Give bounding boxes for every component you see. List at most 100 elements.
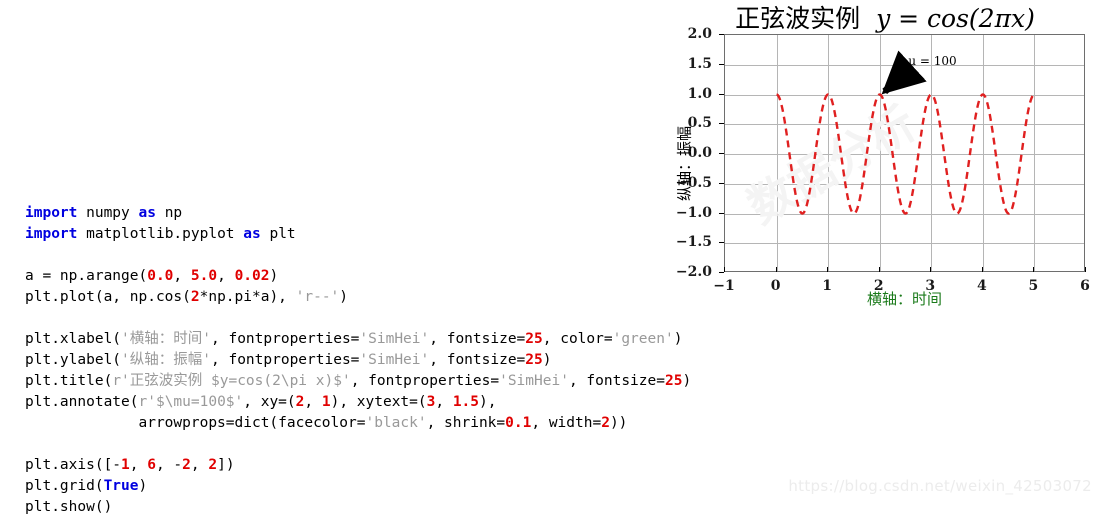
code-token: ) bbox=[138, 478, 148, 494]
code-token: 2 bbox=[190, 289, 200, 305]
code-token: 'black' bbox=[365, 415, 427, 431]
code-token: , fontproperties= bbox=[211, 352, 360, 368]
code-token: , bbox=[217, 268, 235, 284]
code-token: matplotlib.pyplot bbox=[77, 226, 244, 242]
x-tick-mark bbox=[775, 267, 777, 272]
x-tick-mark bbox=[878, 267, 880, 272]
code-token: import bbox=[25, 226, 78, 242]
y-tick-label: 1.5 bbox=[687, 55, 712, 72]
code-token: 1 bbox=[121, 457, 130, 473]
x-tick-mark bbox=[930, 267, 932, 272]
code-token: plt.annotate( bbox=[25, 394, 139, 410]
code-token: 1.5 bbox=[452, 394, 480, 410]
y-axis-label: 纵轴：振幅 bbox=[675, 126, 694, 202]
code-line: import numpy as np bbox=[25, 203, 691, 224]
code-line: import matplotlib.pyplot as plt bbox=[25, 224, 691, 245]
code-token: *np.pi*a), bbox=[199, 289, 296, 305]
y-axis-ticks bbox=[719, 34, 725, 273]
code-token: 'SimHei' bbox=[499, 373, 569, 389]
code-token: , xy=( bbox=[243, 394, 296, 410]
code-token: , fontsize= bbox=[429, 352, 526, 368]
x-tick-mark bbox=[1085, 267, 1086, 272]
code-token: , color= bbox=[542, 331, 613, 347]
code-line: plt.title(r'正弦波实例 $y=cos(2\pi x)$', font… bbox=[25, 371, 691, 392]
code-token: 1 bbox=[321, 394, 331, 410]
page-watermark: https://blog.csdn.net/weixin_42503072 bbox=[788, 477, 1092, 495]
code-token: , fontproperties= bbox=[350, 373, 500, 389]
code-token: , bbox=[304, 394, 322, 410]
y-tick-label: 2.0 bbox=[687, 26, 712, 42]
code-token: 0.02 bbox=[234, 268, 270, 284]
code-token: )) bbox=[609, 415, 628, 431]
code-token: ]) bbox=[217, 457, 235, 473]
code-line: plt.plot(a, np.cos(2*np.pi*a), 'r--') bbox=[25, 287, 691, 308]
code-token: plt.title( bbox=[25, 373, 113, 389]
code-token: 0.0 bbox=[147, 268, 174, 284]
code-token: 25 bbox=[525, 352, 543, 368]
code-token: ), xytext=( bbox=[330, 394, 427, 410]
code-token: , - bbox=[155, 457, 183, 473]
code-line: plt.grid(True) bbox=[25, 476, 691, 497]
code-token: plt.axis([- bbox=[25, 457, 122, 473]
code-token: True bbox=[103, 478, 139, 494]
code-token: ) bbox=[682, 373, 692, 389]
code-token: 'green' bbox=[612, 331, 674, 347]
code-token: as bbox=[243, 226, 261, 242]
code-token: 2 bbox=[182, 457, 191, 473]
code-token: ) bbox=[339, 289, 349, 305]
x-axis-label: 横轴：时间 bbox=[866, 290, 942, 308]
code-token: , fontsize= bbox=[568, 373, 665, 389]
code-token: 2 bbox=[601, 415, 610, 431]
code-line: plt.axis([-1, 6, -2, 2]) bbox=[25, 455, 691, 476]
code-token: import bbox=[25, 205, 78, 221]
code-token: plt bbox=[260, 226, 296, 242]
x-axis-ticks: −1 0 1 2 3 4 5 6 bbox=[713, 267, 1090, 294]
code-token: , bbox=[435, 394, 453, 410]
annotation-arrow-icon bbox=[881, 50, 927, 95]
code-token: '纵轴：振幅' bbox=[121, 352, 211, 368]
code-token: , bbox=[173, 268, 191, 284]
x-tick-mark bbox=[827, 267, 829, 272]
code-token: arrowprops=dict(facecolor= bbox=[25, 415, 366, 431]
chart-title: 正弦波实例 y = cos(2πx) bbox=[666, 0, 1104, 35]
code-token: plt.plot(a, np.cos( bbox=[25, 289, 191, 305]
code-token: 'r--' bbox=[295, 289, 340, 305]
code-token: '横轴：时间' bbox=[121, 331, 211, 347]
y-tick-mark bbox=[719, 272, 724, 273]
chart-title-math: y = cos(2πx) bbox=[876, 4, 1035, 33]
plot-area: 数据分析 bbox=[724, 34, 1085, 272]
x-tick-mark bbox=[981, 267, 983, 272]
code-token: np bbox=[155, 205, 183, 221]
code-token: plt.show() bbox=[25, 499, 113, 515]
code-token: 5.0 bbox=[190, 268, 218, 284]
y-tick-label: −1.5 bbox=[675, 234, 712, 251]
code-line: plt.ylabel('纵轴：振幅', fontproperties='SimH… bbox=[25, 350, 691, 371]
code-token: 6 bbox=[147, 457, 156, 473]
code-token: , bbox=[190, 457, 209, 473]
code-token: , shrink= bbox=[426, 415, 506, 431]
annotation-label: μ = 100 bbox=[908, 53, 957, 68]
python-code-block: import numpy as np import matplotlib.pypl… bbox=[25, 203, 691, 518]
code-token: , fontsize= bbox=[429, 331, 526, 347]
code-line: plt.xlabel('横轴：时间', fontproperties='SimH… bbox=[25, 329, 691, 350]
code-token: r'$\mu=100$' bbox=[138, 394, 244, 410]
code-token: 'SimHei' bbox=[359, 352, 430, 368]
chart-title-cn: 正弦波实例 bbox=[735, 4, 861, 33]
matplotlib-figure: 正弦波实例 y = cos(2πx) 数据分析 μ = 100 −1 0 1 2 3 4 5… bbox=[666, 0, 1104, 310]
code-token: 0.1 bbox=[505, 415, 532, 431]
code-line: plt.show() bbox=[25, 497, 691, 518]
y-tick-label: −2.0 bbox=[675, 264, 712, 280]
code-token: plt.grid( bbox=[25, 478, 104, 494]
code-token: 'SimHei' bbox=[359, 331, 430, 347]
code-token: , bbox=[129, 457, 148, 473]
code-token: r'正弦波实例 $y=cos(2\pi x)$' bbox=[112, 373, 351, 389]
code-token: as bbox=[138, 205, 156, 221]
code-token: plt.xlabel( bbox=[25, 331, 122, 347]
code-line: plt.annotate(r'$\mu=100$', xy=(2, 1), xy… bbox=[25, 392, 691, 413]
code-token: ) bbox=[269, 268, 279, 284]
code-token: , fontproperties= bbox=[211, 331, 360, 347]
code-token: 25 bbox=[525, 331, 543, 347]
